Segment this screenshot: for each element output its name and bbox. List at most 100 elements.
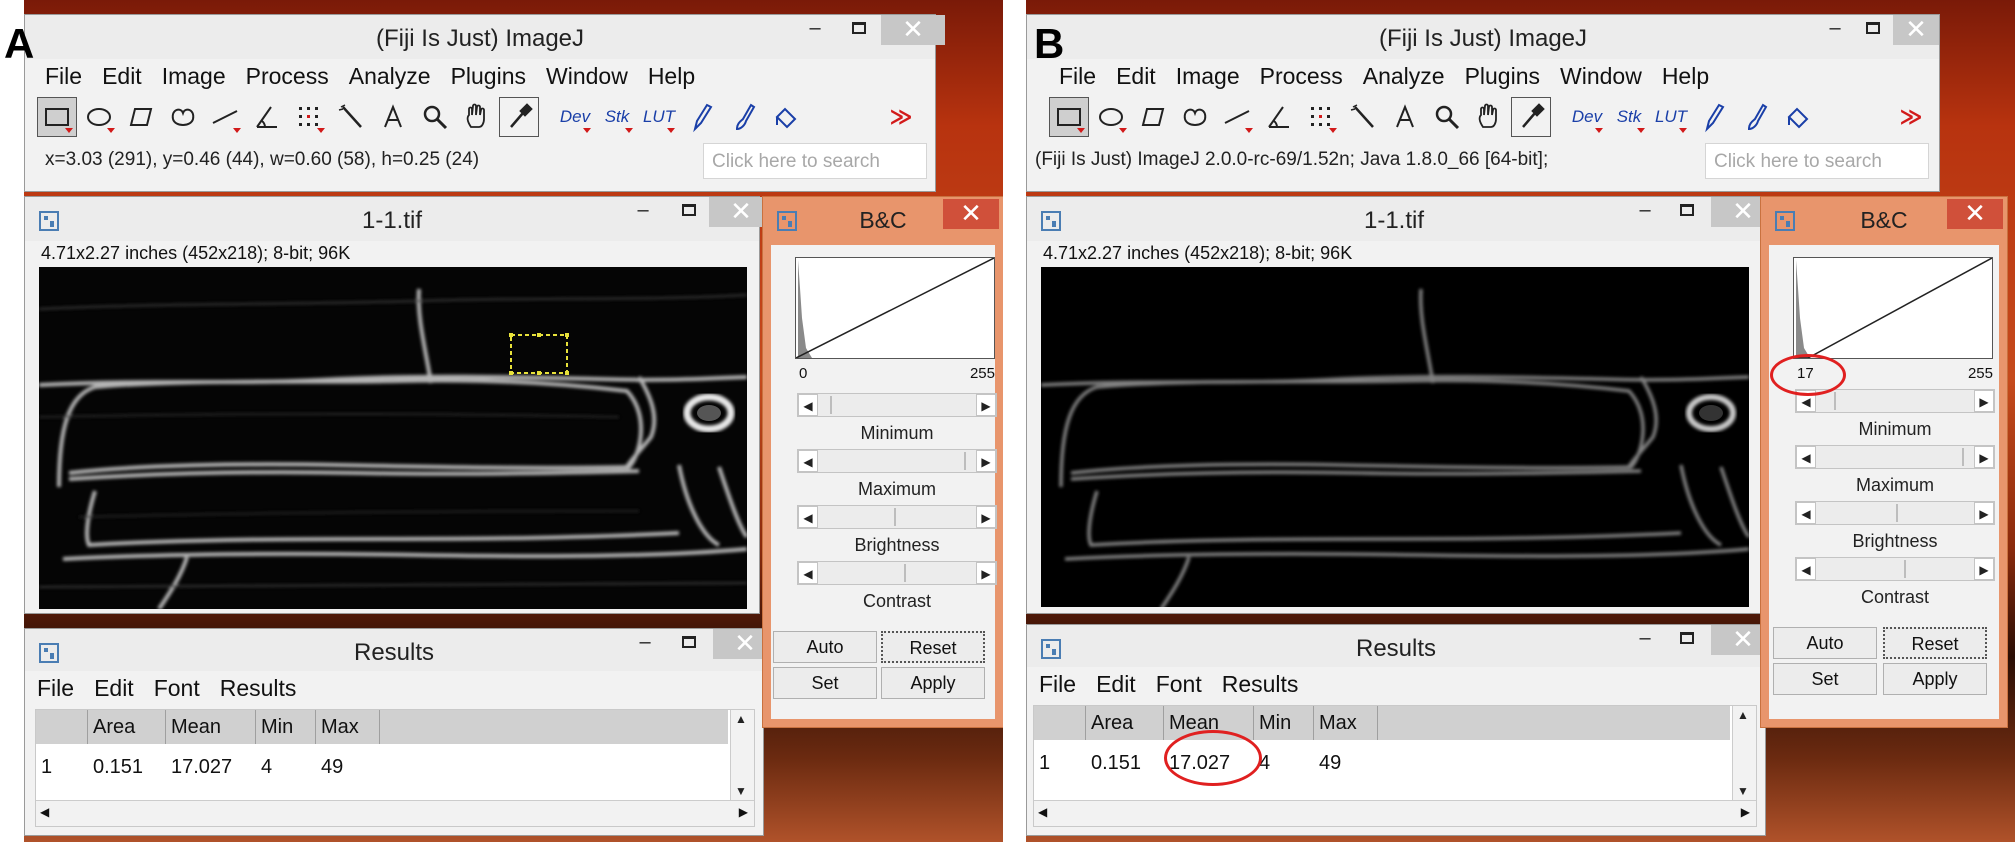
results-menu-edit[interactable]: Edit [1096,667,1136,701]
flood-fill-tool[interactable] [765,97,805,137]
slider-left-icon[interactable]: ◀ [1796,446,1816,468]
oval-tool[interactable] [79,97,119,137]
scroll-right-icon[interactable]: ▶ [739,805,748,819]
maximize-button[interactable] [1667,625,1707,655]
scroll-left-icon[interactable]: ◀ [40,805,49,819]
minimize-button[interactable]: – [1815,15,1855,45]
magnifier-tool[interactable] [1427,97,1467,137]
color-picker-tool[interactable] [1511,97,1551,137]
menu-analyze[interactable]: Analyze [1363,59,1445,93]
menu-edit[interactable]: Edit [1116,59,1156,93]
slider-left-icon[interactable]: ◀ [1796,502,1816,524]
slider-left-icon[interactable]: ◀ [1796,558,1816,580]
column-header-mean[interactable]: Mean [166,710,256,744]
multipoint-tool[interactable] [1301,97,1341,137]
results-menu-file[interactable]: File [1039,667,1076,701]
scroll-down-icon[interactable]: ▼ [735,784,747,798]
imagej-title-bar[interactable]: (Fiji Is Just) ImageJ – ✕ [1027,15,1939,59]
slider-left-icon[interactable]: ◀ [798,562,818,584]
slider-left-icon[interactable]: ◀ [798,506,818,528]
auto-button[interactable]: Auto [1773,627,1877,659]
results-title-bar[interactable]: Results – ✕ [1027,625,1775,667]
minimize-button[interactable]: – [1625,625,1665,655]
search-input[interactable]: Click here to search [703,143,927,179]
minimize-button[interactable]: – [625,629,665,659]
lut-tool[interactable]: LUT [639,97,679,137]
angle-tool[interactable] [247,97,287,137]
results-menu-results[interactable]: Results [220,671,297,705]
line-tool[interactable] [1217,97,1257,137]
bc-title-bar[interactable]: B&C ✕ [1761,197,2007,241]
brightness-slider[interactable]: ◀ ▶ [797,505,997,529]
vertical-scrollbar[interactable]: ▲ ▼ [1732,706,1756,800]
slider-right-icon[interactable]: ▶ [1974,390,1994,412]
angle-tool[interactable] [1259,97,1299,137]
menu-process[interactable]: Process [1260,59,1343,93]
hand-tool[interactable] [457,97,497,137]
maximize-button[interactable] [1853,15,1893,45]
maximize-button[interactable] [669,629,709,659]
menu-help[interactable]: Help [1662,59,1709,93]
column-header-max[interactable]: Max [316,710,380,744]
slider-thumb[interactable] [820,395,828,415]
minimize-button[interactable]: – [795,15,835,45]
bc-title-bar[interactable]: B&C ✕ [763,197,1003,241]
color-picker-tool[interactable] [499,97,539,137]
close-button[interactable]: ✕ [881,15,945,45]
minimize-button[interactable]: – [623,197,663,227]
vertical-scrollbar[interactable]: ▲ ▼ [730,710,754,800]
slider-right-icon[interactable]: ▶ [976,562,996,584]
image-window-title-bar[interactable]: 1-1.tif – ✕ [25,197,773,241]
scroll-up-icon[interactable]: ▲ [1737,708,1749,722]
stk-tool[interactable]: Stk [597,97,637,137]
wand-tool[interactable] [1343,97,1383,137]
column-header-min[interactable]: Min [256,710,316,744]
slider-right-icon[interactable]: ▶ [1974,446,1994,468]
menu-edit[interactable]: Edit [102,59,142,93]
horizontal-scrollbar[interactable]: ◀ ▶ [1034,800,1756,826]
table-row[interactable]: 1 0.151 17.027 4 49 [1034,746,1730,780]
menu-help[interactable]: Help [648,59,695,93]
line-tool[interactable] [205,97,245,137]
stk-tool[interactable]: Stk [1609,97,1649,137]
menu-window[interactable]: Window [1560,59,1642,93]
column-header-index[interactable] [1034,706,1086,740]
image-canvas[interactable] [1041,267,1749,607]
lut-tool[interactable]: LUT [1651,97,1691,137]
results-menu-file[interactable]: File [37,671,74,705]
menu-window[interactable]: Window [546,59,628,93]
set-button[interactable]: Set [773,667,877,699]
column-header-index[interactable] [36,710,88,744]
minimize-button[interactable]: – [1625,197,1665,227]
maximize-button[interactable] [839,15,879,45]
slider-right-icon[interactable]: ▶ [1974,502,1994,524]
menu-plugins[interactable]: Plugins [451,59,526,93]
freehand-tool[interactable] [1175,97,1215,137]
slider-right-icon[interactable]: ▶ [976,450,996,472]
polygon-tool[interactable] [121,97,161,137]
pencil-tool[interactable] [681,97,721,137]
slider-left-icon[interactable]: ◀ [798,394,818,416]
close-button[interactable]: ✕ [1947,199,2003,229]
close-button[interactable]: ✕ [943,199,999,229]
dev-tool[interactable]: Dev [555,97,595,137]
menu-analyze[interactable]: Analyze [349,59,431,93]
reset-button[interactable]: Reset [881,631,985,663]
results-title-bar[interactable]: Results – ✕ [25,629,777,671]
polygon-tool[interactable] [1133,97,1173,137]
oval-tool[interactable] [1091,97,1131,137]
menu-process[interactable]: Process [246,59,329,93]
maximum-slider[interactable]: ◀ ▶ [1795,445,1995,469]
dev-tool[interactable]: Dev [1567,97,1607,137]
search-input[interactable]: Click here to search [1705,143,1929,179]
freehand-tool[interactable] [163,97,203,137]
auto-button[interactable]: Auto [773,631,877,663]
image-window-title-bar[interactable]: 1-1.tif – ✕ [1027,197,1775,241]
hand-tool[interactable] [1469,97,1509,137]
scroll-right-icon[interactable]: ▶ [1741,805,1750,819]
brush-tool[interactable] [1735,97,1775,137]
column-header-max[interactable]: Max [1314,706,1378,740]
multipoint-tool[interactable] [289,97,329,137]
rectangle-tool[interactable] [37,97,77,137]
pencil-tool[interactable] [1693,97,1733,137]
